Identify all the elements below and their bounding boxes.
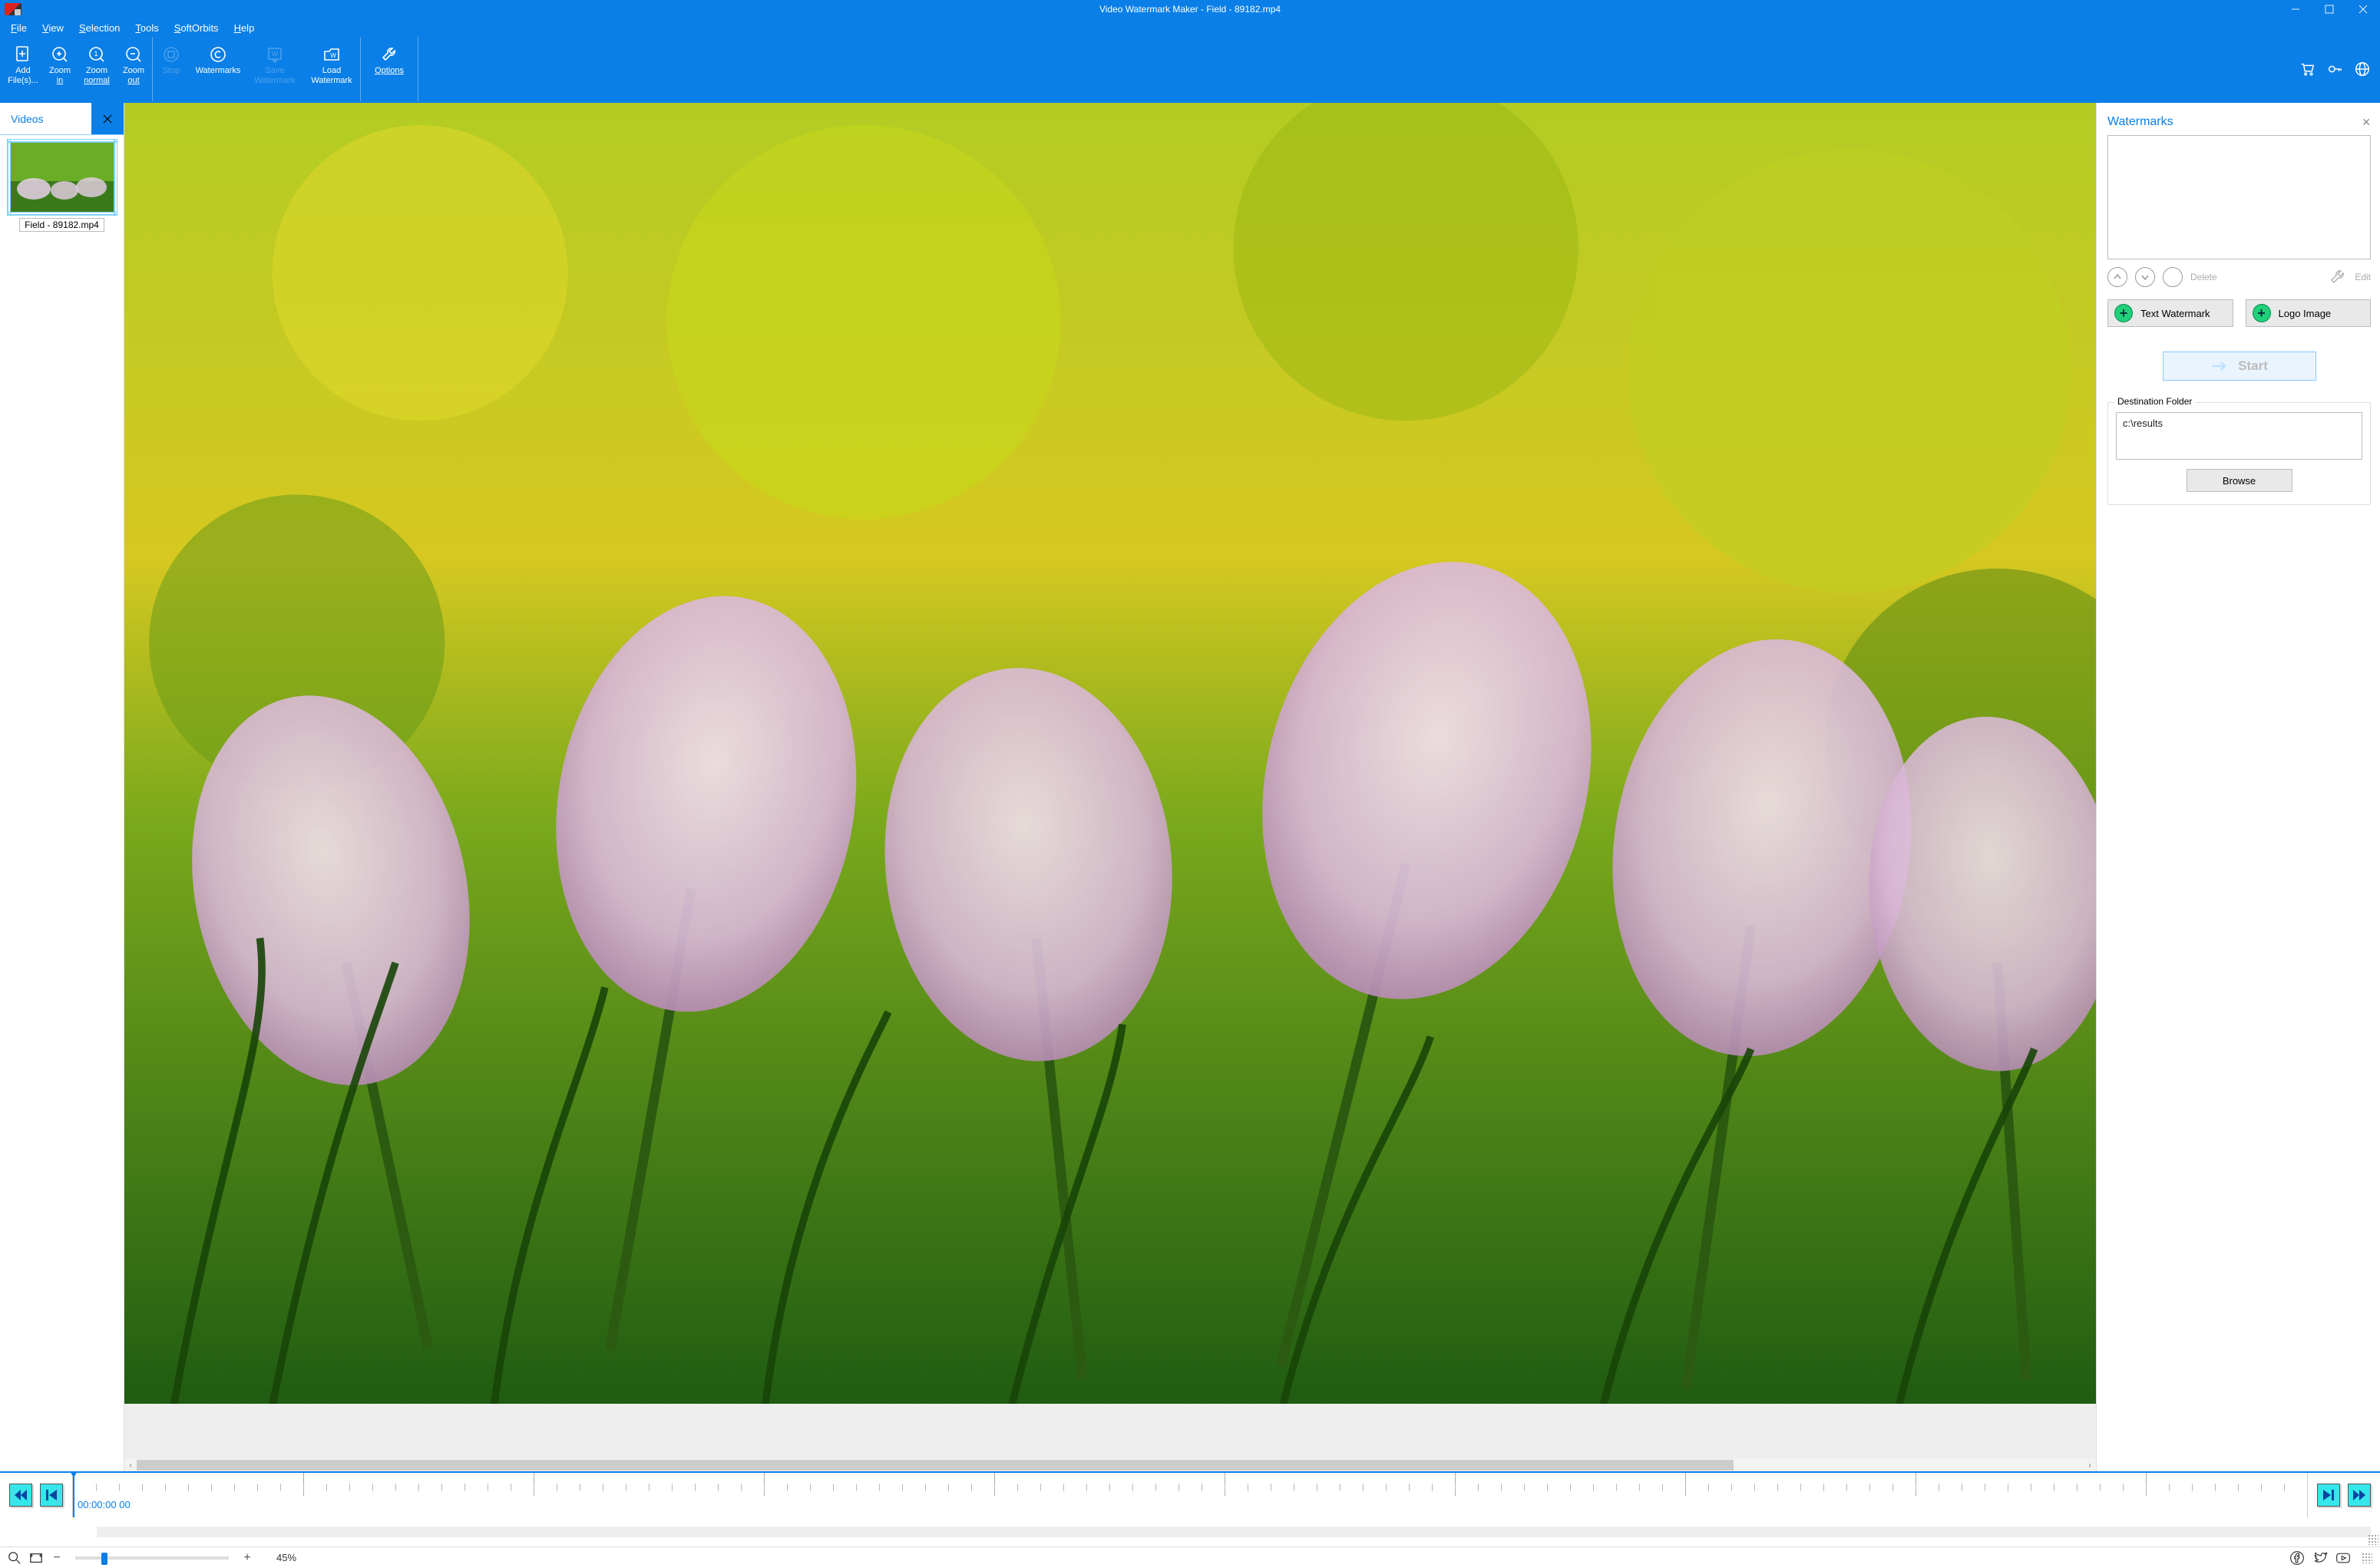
destination-folder-input[interactable]: c:\results xyxy=(2116,412,2362,460)
stop-icon xyxy=(161,45,181,64)
statusbar: − + 45% xyxy=(0,1547,2380,1568)
load-watermark-icon: W xyxy=(322,45,342,64)
zoom-plus-button[interactable]: + xyxy=(241,1551,253,1565)
menu-view[interactable]: View xyxy=(42,22,64,34)
video-thumbnail[interactable]: Field - 89182.mp4 xyxy=(9,143,114,232)
zoom-slider[interactable] xyxy=(75,1556,229,1560)
fit-screen-icon[interactable] xyxy=(29,1551,43,1565)
cart-icon[interactable] xyxy=(2299,61,2316,78)
load-watermark-button[interactable]: W LoadWatermark xyxy=(303,40,360,98)
menu-help[interactable]: Help xyxy=(234,22,255,34)
toolbar: AddFile(s)... Zoomin 1 Zoomnormal Zoomou… xyxy=(0,37,2380,101)
timeline-playhead[interactable] xyxy=(73,1473,74,1517)
zoom-out-button[interactable]: Zoomout xyxy=(115,40,152,98)
options-button[interactable]: Options xyxy=(361,40,418,98)
menu-file[interactable]: File xyxy=(11,22,27,34)
menubar: File View Selection Tools SoftOrbits Hel… xyxy=(0,18,2380,37)
save-watermark-button: W SaveWatermark xyxy=(246,40,303,98)
menu-tools[interactable]: Tools xyxy=(135,22,158,34)
skip-back-button[interactable] xyxy=(9,1484,32,1507)
add-file-icon xyxy=(13,45,33,64)
app-icon xyxy=(5,3,21,15)
scroll-right-arrow[interactable]: › xyxy=(2084,1461,2096,1470)
delete-watermark-label[interactable]: Delete xyxy=(2190,272,2217,282)
youtube-icon[interactable] xyxy=(2335,1550,2351,1566)
watermarks-list[interactable] xyxy=(2107,135,2371,259)
sidebar-tab-videos[interactable]: Videos xyxy=(0,103,91,134)
edit-watermark-label[interactable]: Edit xyxy=(2355,272,2371,282)
close-button[interactable] xyxy=(2346,0,2380,18)
minimize-button[interactable] xyxy=(2279,0,2312,18)
window-title: Video Watermark Maker - Field - 89182.mp… xyxy=(0,4,2380,15)
svg-text:W: W xyxy=(272,50,279,58)
zoom-minus-button[interactable]: − xyxy=(51,1551,63,1565)
menu-softorbits[interactable]: SoftOrbits xyxy=(174,22,219,34)
zoom-slider-knob[interactable] xyxy=(101,1553,107,1565)
move-up-button[interactable] xyxy=(2107,267,2127,287)
edit-watermark-icon[interactable] xyxy=(2329,268,2347,286)
timeline-track[interactable]: 00:00:00 00 xyxy=(72,1473,2308,1517)
add-files-button[interactable]: AddFile(s)... xyxy=(5,40,41,98)
preview-viewport[interactable] xyxy=(124,103,2096,1404)
zoom-in-button[interactable]: Zoomin xyxy=(41,40,78,98)
resize-grip-icon xyxy=(2368,1534,2378,1545)
watermark-extra-button[interactable] xyxy=(2163,267,2183,287)
preview-hscrollbar[interactable]: ‹ › xyxy=(124,1459,2096,1471)
plus-icon: + xyxy=(2114,304,2133,322)
preview-area: ‹ › xyxy=(124,103,2096,1471)
stop-button: Stop xyxy=(153,40,190,98)
svg-text:1: 1 xyxy=(94,50,98,58)
watermarks-button[interactable]: Watermarks xyxy=(190,40,246,98)
sidebar: Videos Field - 89182.mp4 xyxy=(0,103,124,1471)
main-area: Videos Field - 89182.mp4 xyxy=(0,101,2380,1471)
plus-icon: + xyxy=(2253,304,2271,322)
add-text-watermark-button[interactable]: + Text Watermark xyxy=(2107,299,2233,327)
add-logo-image-button[interactable]: + Logo Image xyxy=(2246,299,2372,327)
key-icon[interactable] xyxy=(2326,61,2343,78)
zoom-in-icon xyxy=(50,45,70,64)
zoom-percent-label: 45% xyxy=(276,1552,296,1563)
preview-padding xyxy=(124,1404,2096,1459)
video-thumbnail-caption: Field - 89182.mp4 xyxy=(19,218,104,232)
skip-forward-button[interactable] xyxy=(2348,1484,2371,1507)
maximize-button[interactable] xyxy=(2312,0,2346,18)
facebook-icon[interactable] xyxy=(2289,1550,2305,1566)
watermarks-panel-title: Watermarks xyxy=(2107,115,2173,129)
timeline: 00:00:00 00 xyxy=(0,1471,2380,1517)
twitter-icon[interactable] xyxy=(2312,1550,2328,1566)
wrench-icon xyxy=(379,45,399,64)
move-down-button[interactable] xyxy=(2135,267,2155,287)
magnify-icon[interactable] xyxy=(8,1551,21,1565)
scroll-left-arrow[interactable]: ‹ xyxy=(124,1461,137,1470)
watermarks-panel-close[interactable]: ✕ xyxy=(2362,116,2371,129)
secondary-scrollbar[interactable] xyxy=(0,1517,2380,1547)
browse-button[interactable]: Browse xyxy=(2187,469,2292,492)
video-thumbnail-list: Field - 89182.mp4 xyxy=(0,135,124,239)
svg-text:W: W xyxy=(330,52,336,59)
titlebar: Video Watermark Maker - Field - 89182.mp… xyxy=(0,0,2380,18)
zoom-normal-button[interactable]: 1 Zoomnormal xyxy=(78,40,115,98)
globe-icon[interactable] xyxy=(2354,61,2371,78)
zoom-out-icon xyxy=(124,45,144,64)
window-resize-grip[interactable] xyxy=(2362,1553,2372,1563)
step-back-button[interactable] xyxy=(40,1484,63,1507)
copyright-icon xyxy=(208,45,228,64)
zoom-normal-icon: 1 xyxy=(87,45,107,64)
sidebar-tab-close[interactable] xyxy=(91,103,124,134)
video-thumbnail-image xyxy=(11,143,114,212)
save-watermark-icon: W xyxy=(265,45,285,64)
destination-folder-legend: Destination Folder xyxy=(2114,396,2195,407)
watermarks-panel: Watermarks ✕ Delete Edit + Text Watermar… xyxy=(2096,103,2380,1471)
timeline-time-label: 00:00:00 00 xyxy=(78,1499,131,1510)
menu-selection[interactable]: Selection xyxy=(79,22,120,34)
arrow-right-icon xyxy=(2210,360,2229,372)
step-forward-button[interactable] xyxy=(2317,1484,2340,1507)
start-button[interactable]: Start xyxy=(2163,352,2316,381)
preview-image xyxy=(124,103,2096,1404)
destination-folder-group: Destination Folder c:\results Browse xyxy=(2107,402,2371,505)
